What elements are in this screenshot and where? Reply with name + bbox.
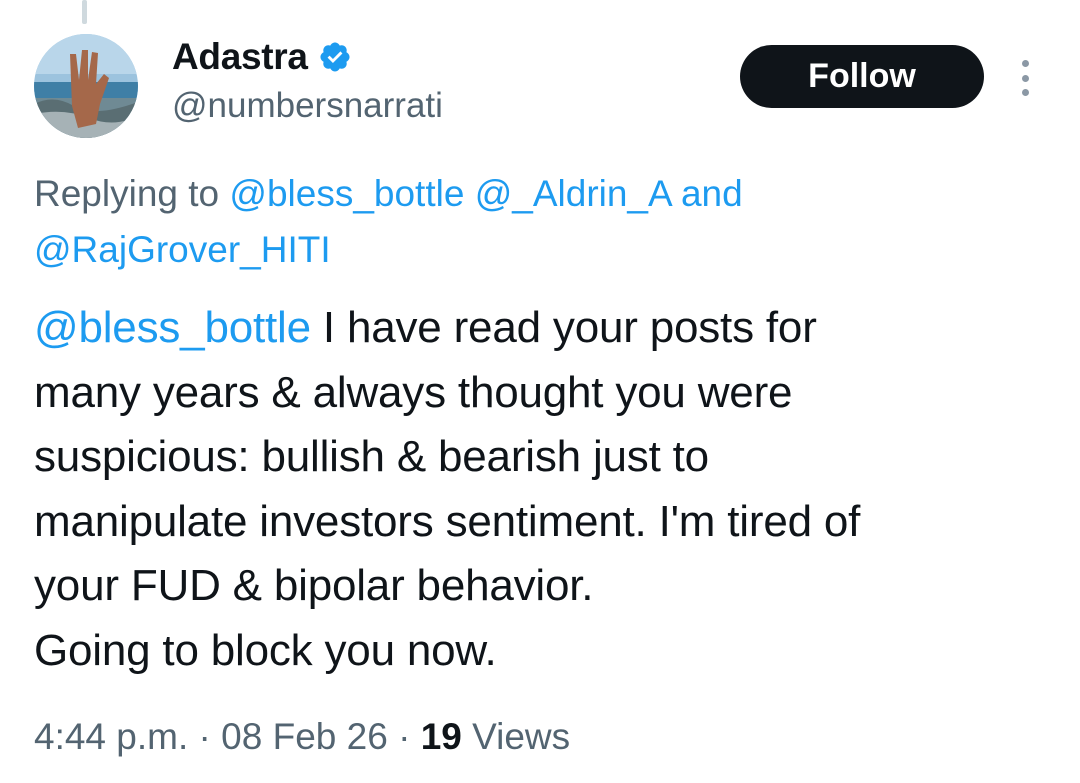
mention-link[interactable]: @_Aldrin_A: [475, 173, 671, 214]
mention-link[interactable]: @RajGrover_HITI: [34, 229, 331, 270]
tweet-mention-link[interactable]: @bless_bottle: [34, 303, 311, 352]
avatar-image: [34, 34, 138, 138]
replying-to-line: Replying to @bless_bottle @_Aldrin_A and…: [34, 166, 1034, 278]
vertical-ellipsis-icon[interactable]: [1013, 60, 1037, 96]
author-name-row: Adastra: [172, 36, 352, 78]
views-count: 19: [420, 716, 462, 757]
ellipsis-dot: [1021, 60, 1029, 67]
verified-badge-icon[interactable]: [318, 40, 352, 74]
tweet-body: @bless_bottle I have read your posts for…: [34, 296, 1064, 683]
views-label: Views: [472, 716, 571, 757]
replying-to-prefix: Replying to: [34, 173, 220, 214]
tweet-text-line: Going to block you now.: [34, 625, 497, 675]
tweet-time[interactable]: 4:44 p.m.: [34, 716, 188, 757]
tweet-text-line: many years & always thought you were: [34, 367, 793, 417]
tweet-text-line: suspicious: bullish & bearish just to: [34, 432, 709, 481]
mention-link[interactable]: @bless_bottle: [229, 173, 464, 214]
tweet-text-line: manipulate investors sentiment. I'm tire…: [34, 496, 861, 546]
others-link[interactable]: and: [681, 173, 743, 214]
tweet-text-line: I have read your posts for: [310, 303, 817, 352]
avatar[interactable]: [34, 34, 138, 138]
follow-button[interactable]: Follow: [740, 45, 984, 108]
ellipsis-dot: [1021, 89, 1029, 96]
tweet-meta: 4:44 p.m. · 08 Feb 26 · 19 Views: [34, 716, 570, 758]
thread-connector-line: [82, 0, 87, 24]
author-display-name[interactable]: Adastra: [172, 36, 308, 78]
ellipsis-dot: [1021, 74, 1029, 82]
meta-separator: ·: [398, 716, 411, 757]
tweet-date[interactable]: 08 Feb 26: [221, 716, 388, 757]
author-handle[interactable]: @numbersnarrati: [172, 86, 443, 126]
meta-separator: ·: [198, 716, 211, 757]
tweet-text-line: your FUD & bipolar behavior.: [34, 561, 594, 610]
